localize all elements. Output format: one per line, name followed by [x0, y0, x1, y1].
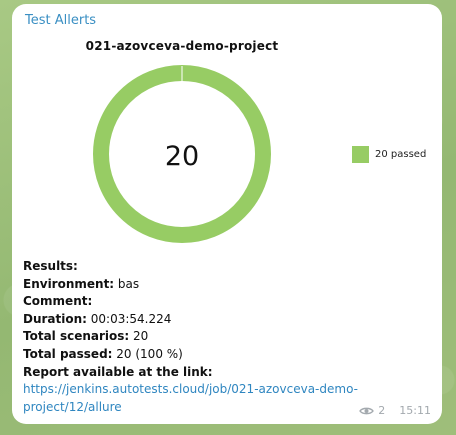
- chart-title: 021-azovceva-demo-project: [85, 39, 279, 53]
- view-count: 2: [378, 404, 386, 417]
- sender-name[interactable]: Test Allerts: [25, 13, 96, 28]
- results-text: Results: Environment: bas Comment: Durat…: [23, 258, 433, 416]
- message-meta: 2 15:11: [359, 404, 431, 417]
- comment-row: Comment:: [23, 294, 93, 309]
- total-scenarios-row: Total scenarios: 20: [23, 329, 149, 344]
- message-bubble[interactable]: Test Allerts 021-azovceva-demo-project 2…: [12, 4, 442, 424]
- legend-label-passed: 20 passed: [375, 149, 427, 160]
- total-passed-row: Total passed: 20 (100 %): [23, 346, 183, 361]
- environment-row: Environment: bas: [23, 276, 140, 291]
- message-time: 15:11: [399, 404, 431, 417]
- donut-chart: 20: [93, 65, 271, 243]
- legend-swatch-passed: [352, 146, 369, 163]
- donut-center-value: 20: [165, 141, 199, 172]
- results-heading: Results:: [23, 259, 78, 273]
- report-link[interactable]: https://jenkins.autotests.cloud/job/021-…: [23, 382, 358, 414]
- chart-legend: 20 passed: [352, 146, 426, 163]
- duration-row: Duration: 00:03:54.224: [23, 311, 172, 326]
- eye-icon: [359, 406, 375, 416]
- report-label-row: Report available at the link:: [23, 364, 213, 379]
